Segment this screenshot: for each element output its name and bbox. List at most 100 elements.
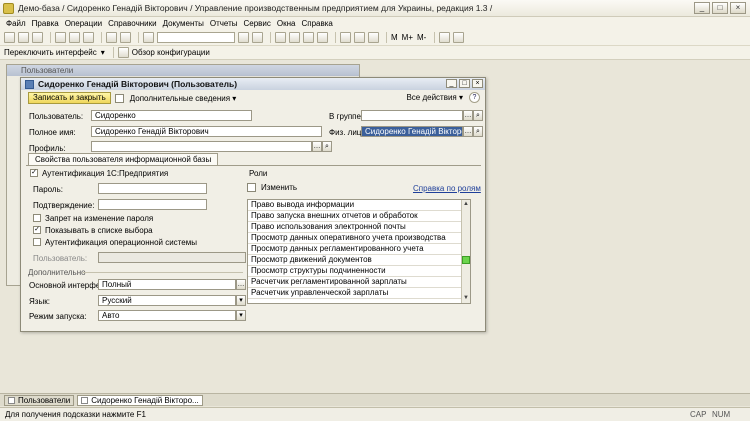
copy-icon[interactable]	[69, 32, 80, 43]
help-icon[interactable]	[453, 32, 465, 43]
fullname-label: Полное имя:	[29, 128, 76, 137]
group-input[interactable]	[361, 110, 463, 121]
binoculars-icon[interactable]	[275, 32, 286, 43]
list-item[interactable]: Просмотр данных оперативного учета произ…	[248, 233, 470, 244]
cut-icon[interactable]	[55, 32, 66, 43]
fullname-input[interactable]: Сидоренко Генадій Вікторович	[91, 126, 322, 137]
chevron-down-icon[interactable]: ▾	[236, 310, 246, 321]
mode-m-button[interactable]: M	[391, 33, 398, 42]
menu-operations[interactable]: Операции	[65, 19, 102, 28]
profile-select-button[interactable]: …	[312, 141, 322, 152]
menu-catalogs[interactable]: Справочники	[108, 19, 156, 28]
table-icon[interactable]	[368, 32, 379, 43]
menu-file[interactable]: Файл	[6, 19, 26, 28]
window-taskbar: Пользователи Сидоренко Генадій Вікторо..…	[0, 393, 750, 406]
find-next-icon[interactable]	[238, 32, 249, 43]
list-item[interactable]: Право запуска внешних отчетов и обработо…	[248, 211, 470, 222]
calculator-icon[interactable]	[354, 32, 365, 43]
open-folder-icon[interactable]	[18, 32, 29, 43]
main-interface-select-button[interactable]: …	[236, 279, 246, 290]
scroll-thumb[interactable]	[462, 256, 470, 264]
tab-ib-user-properties[interactable]: Свойства пользователя информационной баз…	[28, 153, 219, 165]
mode-mminus-button[interactable]: M-	[417, 33, 426, 42]
list-item[interactable]: Просмотр структуры подчиненности	[248, 266, 470, 277]
help-button[interactable]: ?	[469, 92, 480, 103]
change-roles-button[interactable]: Изменить	[261, 183, 297, 192]
list-item[interactable]: Просмотр данных регламентированного учет…	[248, 244, 470, 255]
main-interface-input[interactable]: Полный	[98, 279, 236, 290]
paste-icon[interactable]	[83, 32, 94, 43]
launch-mode-select[interactable]: Авто	[98, 310, 236, 321]
replace-next-icon[interactable]	[303, 32, 314, 43]
replace-icon[interactable]	[289, 32, 300, 43]
scroll-up-icon[interactable]: ▲	[462, 200, 470, 209]
chevron-down-icon[interactable]: ▾	[230, 94, 236, 103]
info-icon[interactable]	[317, 32, 328, 43]
list-item[interactable]: Просмотр движений документов	[248, 255, 470, 266]
show-in-list-label: Показывать в списке выбора	[45, 226, 153, 235]
save-and-close-button[interactable]: Записать и закрыть	[28, 92, 111, 104]
menu-help[interactable]: Справка	[302, 19, 333, 28]
menu-edit[interactable]: Правка	[32, 19, 59, 28]
user-input[interactable]: Сидоренко	[91, 110, 252, 121]
os-auth-checkbox[interactable]	[33, 238, 41, 246]
list-item[interactable]: Расчетчик регламентированной зарплаты	[248, 277, 470, 288]
list-item[interactable]: Право вывода информации	[248, 200, 470, 211]
find-icon[interactable]	[143, 32, 154, 43]
roles-scrollbar[interactable]: ▲ ▼	[461, 200, 470, 303]
lightbulb-icon[interactable]	[439, 32, 451, 43]
extra-info-dropdown[interactable]: Дополнительные сведения	[130, 94, 230, 103]
search-icon[interactable]: ⌕	[473, 110, 483, 121]
dropdown-arrow-icon[interactable]: ▾	[101, 48, 105, 57]
redo-icon[interactable]	[120, 32, 131, 43]
list-item[interactable]: Расчетчик управленческой зарплаты	[248, 288, 470, 299]
undo-icon[interactable]	[106, 32, 117, 43]
menu-windows[interactable]: Окна	[277, 19, 296, 28]
dialog-close-button[interactable]: ×	[472, 79, 483, 88]
task-user-card[interactable]: Сидоренко Генадій Вікторо...	[77, 394, 203, 406]
show-in-list-checkbox[interactable]: ✓	[33, 226, 41, 234]
save-icon[interactable]	[114, 93, 124, 103]
physperson-input[interactable]: Сидоренко Генадій Вікторович	[361, 126, 463, 137]
scroll-down-icon[interactable]: ▼	[462, 294, 470, 303]
calendar-icon[interactable]	[340, 32, 351, 43]
menu-reports[interactable]: Отчеты	[210, 19, 238, 28]
find-prev-icon[interactable]	[252, 32, 263, 43]
group-select-button[interactable]: …	[463, 110, 473, 121]
user-label: Пользователь:	[29, 112, 84, 121]
config-overview-button[interactable]: Обзор конфигурации	[132, 48, 210, 57]
physperson-select-button[interactable]: …	[463, 126, 473, 137]
list-item[interactable]: Право использования электронной почты	[248, 222, 470, 233]
roles-help-link[interactable]: Справка по ролям	[413, 184, 481, 193]
profile-input[interactable]	[91, 141, 312, 152]
maximize-button[interactable]: □	[712, 2, 728, 14]
forbid-change-checkbox[interactable]	[33, 214, 41, 222]
status-bar: Для получения подсказки нажмите F1 CAP N…	[0, 407, 750, 421]
dialog-maximize-button[interactable]: □	[459, 79, 470, 88]
edit-icon[interactable]	[247, 183, 256, 192]
password-input[interactable]	[98, 183, 207, 194]
search-combo[interactable]	[157, 32, 235, 43]
chevron-down-icon[interactable]: ▾	[236, 295, 246, 306]
dialog-minimize-button[interactable]: _	[446, 79, 457, 88]
mode-mplus-button[interactable]: M+	[402, 33, 413, 42]
roles-list[interactable]: Право вывода информации Право запуска вн…	[247, 199, 471, 304]
task-users[interactable]: Пользователи	[4, 394, 75, 406]
auth-1c-checkbox[interactable]: ✓	[30, 169, 38, 177]
app-logo-icon	[3, 2, 14, 14]
toolbar-divider	[101, 32, 102, 43]
status-hint: Для получения подсказки нажмите F1	[5, 410, 146, 419]
new-document-icon[interactable]	[4, 32, 15, 43]
switch-interface-button[interactable]: Переключить интерфейс	[4, 48, 97, 57]
search-icon[interactable]: ⌕	[322, 141, 332, 152]
minimize-button[interactable]: _	[694, 2, 710, 14]
save-icon[interactable]	[32, 32, 43, 43]
menu-documents[interactable]: Документы	[163, 19, 204, 28]
menu-service[interactable]: Сервис	[244, 19, 271, 28]
language-select[interactable]: Русский	[98, 295, 236, 306]
search-icon[interactable]: ⌕	[473, 126, 483, 137]
all-actions-dropdown[interactable]: Все действия ▾	[406, 93, 463, 102]
config-overview-icon[interactable]	[117, 47, 129, 58]
confirm-input[interactable]	[98, 199, 207, 210]
close-button[interactable]: ×	[730, 2, 746, 14]
